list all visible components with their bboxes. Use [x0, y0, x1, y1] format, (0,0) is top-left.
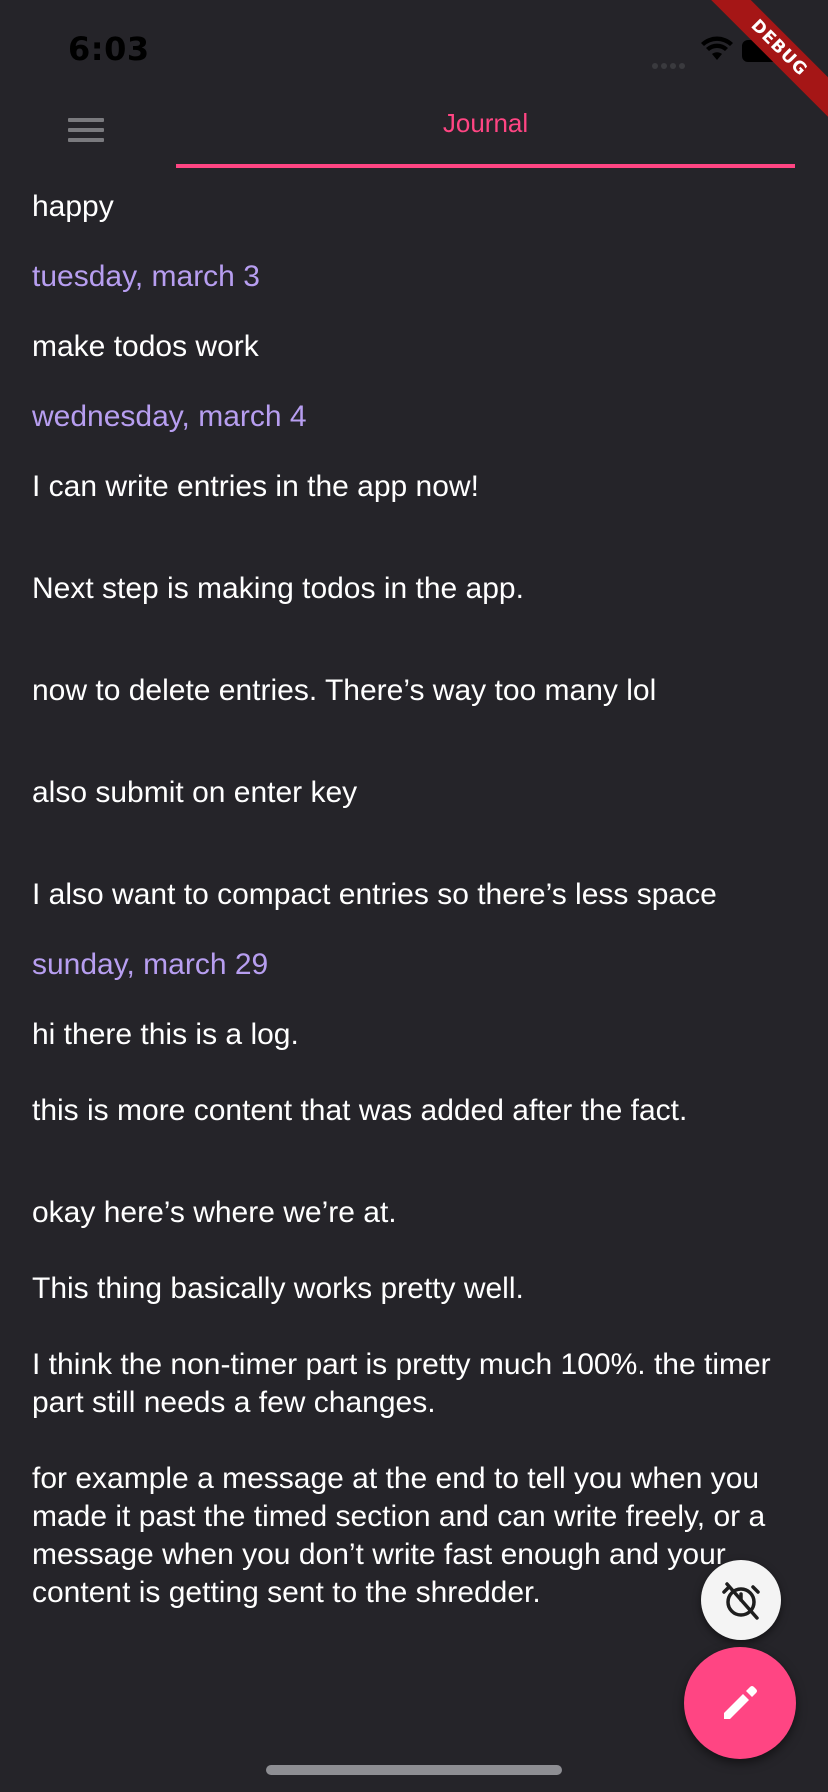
journal-entry: now to delete entries. There’s way too m…	[32, 674, 657, 707]
wifi-icon	[701, 36, 733, 60]
edit-button[interactable]	[684, 1647, 796, 1759]
home-indicator[interactable]	[266, 1765, 562, 1775]
tab-journal[interactable]: Journal	[176, 90, 795, 168]
journal-entry: happy	[32, 190, 114, 223]
journal-entry: This thing basically works pretty well.	[32, 1272, 524, 1305]
journal-entry: for example a message at the end to tell…	[32, 1462, 774, 1609]
date-heading: wednesday, march 4	[32, 400, 307, 433]
journal-entry: I can write entries in the app now!	[32, 470, 479, 503]
journal-entry: hi there this is a log.	[32, 1018, 299, 1051]
status-time: 6:03	[68, 30, 150, 68]
tab-indicator	[176, 164, 795, 168]
journal-entry: I think the non-timer part is pretty muc…	[32, 1348, 779, 1419]
journal-list: happy tuesday, march 3 make todos work w…	[32, 188, 802, 1612]
hamburger-menu-icon	[68, 118, 104, 122]
journal-entry: this is more content that was added afte…	[32, 1094, 688, 1127]
date-heading: tuesday, march 3	[32, 260, 260, 293]
timer-button[interactable]	[701, 1560, 781, 1640]
cellular-signal-icon	[652, 54, 690, 69]
journal-entry: okay here’s where we’re at.	[32, 1196, 397, 1229]
battery-icon	[742, 40, 789, 62]
menu-button[interactable]	[56, 108, 120, 152]
pencil-edit-icon	[724, 1686, 757, 1719]
journal-entry: also submit on enter key	[32, 776, 358, 809]
journal-entry: Next step is making todos in the app.	[32, 572, 524, 605]
timer-off-icon	[722, 1582, 760, 1620]
journal-entry: I also want to compact entries so there’…	[32, 878, 717, 911]
journal-entry: make todos work	[32, 330, 259, 363]
app-bar: Journal	[0, 90, 828, 170]
tab-journal-label: Journal	[442, 108, 529, 138]
status-bar: 6:03	[0, 0, 828, 90]
date-heading: sunday, march 29	[32, 948, 269, 981]
